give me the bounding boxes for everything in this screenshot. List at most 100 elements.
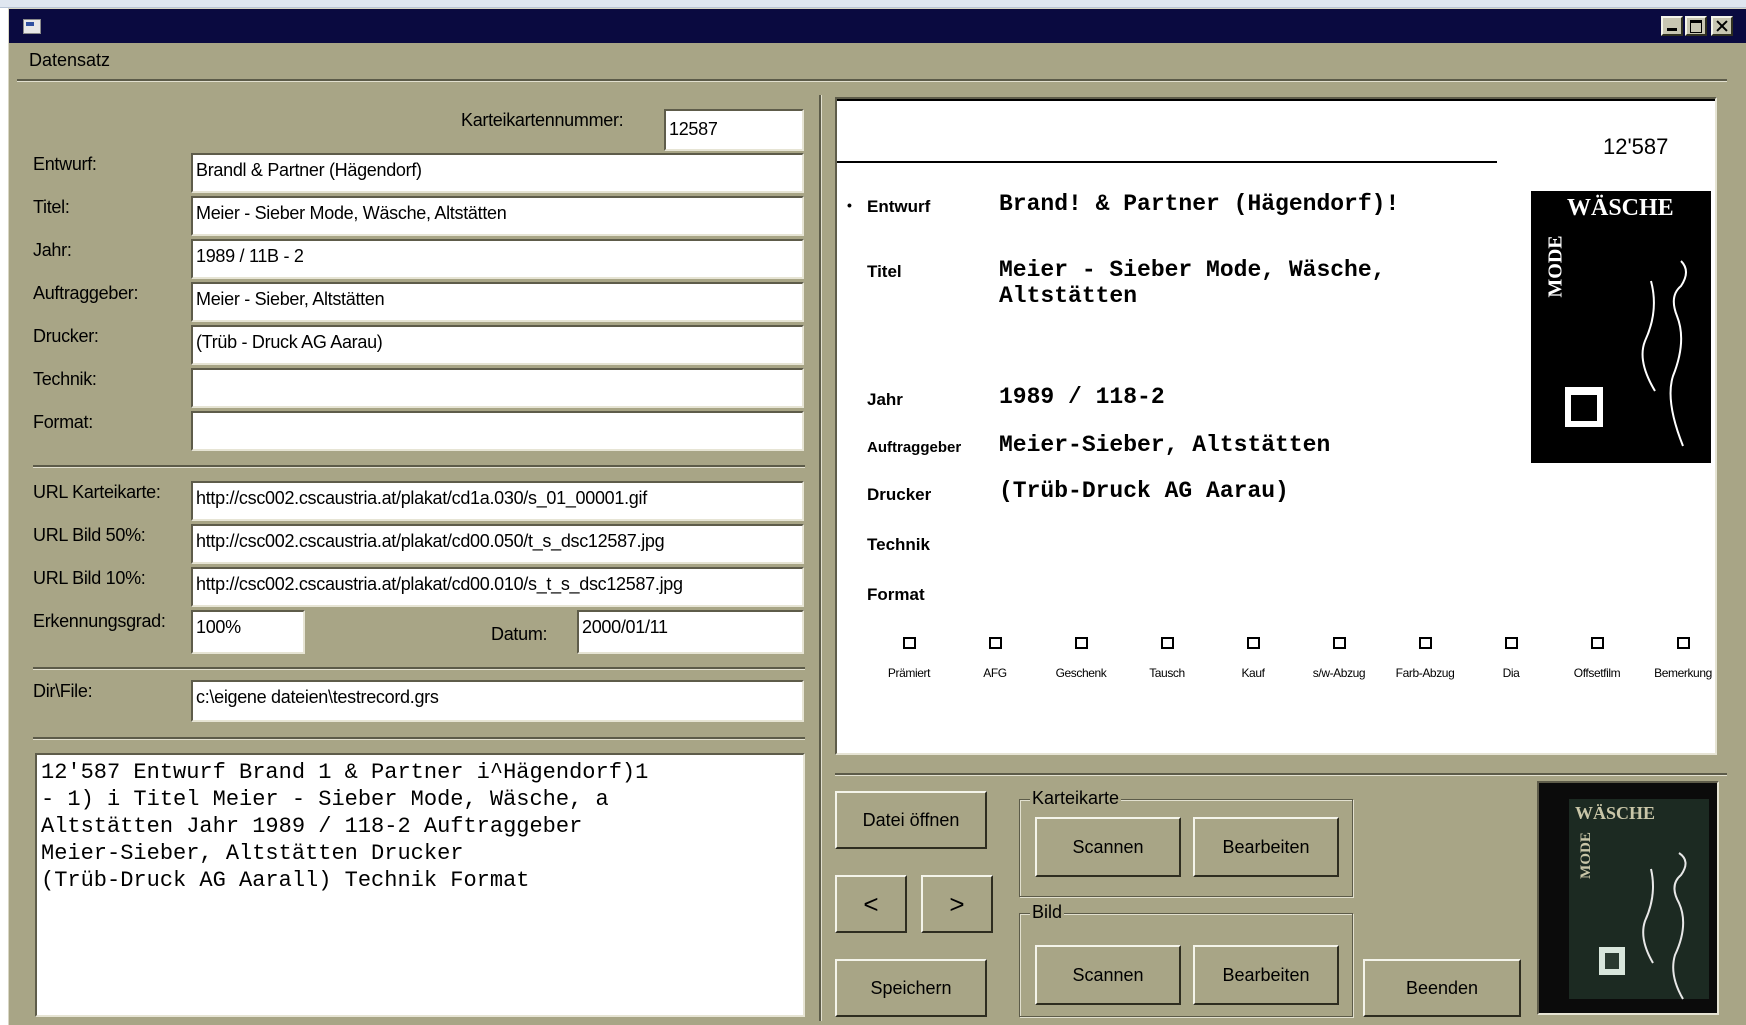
- form-divider-2: [33, 667, 805, 670]
- scan-top-edge: [837, 99, 1715, 101]
- form-divider-1: [33, 465, 805, 468]
- technik-label: Technik:: [33, 369, 97, 389]
- card-value-entwurf: Brand! & Partner (Hägendorf)!: [999, 191, 1400, 217]
- erkennungsgrad-label: Erkennungsgrad:: [33, 611, 166, 631]
- card-label-technik: Technik: [867, 535, 930, 554]
- poster-thumbnail: WÄSCHE MODE: [1537, 781, 1719, 1015]
- speichern-button[interactable]: Speichern: [835, 959, 987, 1017]
- jahr-label: Jahr:: [33, 240, 72, 260]
- ocr-line: - 1) i Titel Meier - Sieber Mode, Wäsche…: [41, 787, 609, 812]
- karteikarte-group-title: Karteikarte: [1030, 788, 1122, 809]
- card-checkbox-label: Farb-Abzug: [1395, 666, 1455, 680]
- url-bild-50-field[interactable]: http://csc002.cscaustria.at/plakat/cd00.…: [191, 524, 804, 564]
- checkbox-icon: [1333, 637, 1346, 649]
- card-label-jahr: Jahr: [867, 390, 903, 409]
- karteikartennummer-label: Karteikartennummer:: [461, 110, 624, 130]
- card-value-jahr: 1989 / 118-2: [999, 384, 1165, 410]
- checkbox-icon: [989, 637, 1002, 649]
- form-divider-3: [33, 737, 805, 740]
- checkbox-icon: [1075, 637, 1088, 649]
- maximize-icon[interactable]: [1685, 16, 1707, 36]
- checkbox-icon: [1419, 637, 1432, 649]
- karteikarte-bearbeiten-button[interactable]: Bearbeiten: [1193, 817, 1339, 877]
- entwurf-label: Entwurf:: [33, 154, 97, 174]
- thumbnail-figure-icon: [1599, 852, 1687, 1000]
- bullet-icon: •: [847, 197, 852, 213]
- jahr-field[interactable]: 1989 / 11B - 2: [191, 239, 804, 279]
- card-checkbox-label: AFG: [983, 666, 1007, 680]
- card-checkbox-label: Prämiert: [887, 666, 931, 680]
- card-checkbox-label: Offsetfilm: [1573, 666, 1621, 680]
- checkbox-icon: [1247, 637, 1260, 649]
- bild-group-title: Bild: [1030, 902, 1065, 923]
- close-icon[interactable]: [1711, 16, 1733, 36]
- card-label-format: Format: [867, 585, 925, 604]
- ocr-line: (Trüb-Druck AG Aarall) Technik Format: [41, 868, 530, 893]
- card-label-entwurf: Entwurf: [867, 197, 931, 216]
- desktop-strip: [0, 0, 1746, 8]
- card-label-drucker: Drucker: [867, 485, 932, 504]
- checkbox-icon: [1505, 637, 1518, 649]
- next-button[interactable]: >: [921, 875, 993, 933]
- menu-datensatz[interactable]: Datensatz: [29, 50, 110, 71]
- title-bar: [9, 9, 1746, 43]
- datum-field[interactable]: 2000/01/11: [577, 610, 804, 654]
- card-label-titel: Titel: [867, 262, 902, 281]
- bottom-divider: [835, 773, 1727, 776]
- technik-field[interactable]: [191, 368, 804, 408]
- card-value-titel: Meier - Sieber Mode, Wäsche,: [999, 257, 1386, 283]
- karteikarte-scannen-button[interactable]: Scannen: [1035, 817, 1181, 877]
- card-checkbox-label: Tausch: [1149, 666, 1185, 680]
- menu-divider: [17, 79, 1727, 82]
- minimize-icon[interactable]: [1661, 16, 1683, 36]
- format-field[interactable]: [191, 411, 804, 451]
- dirfile-field[interactable]: c:\eigene dateien\testrecord.grs: [191, 680, 804, 722]
- url-bild-50-label: URL Bild 50%:: [33, 525, 146, 545]
- card-number: 12'587: [1603, 134, 1669, 159]
- erkennungsgrad-field[interactable]: 100%: [191, 610, 305, 654]
- ocr-text-area[interactable]: 12'587 Entwurf Brand 1 & Partner i^Hägen…: [35, 753, 805, 1017]
- card-value-drucker: (Trüb-Druck AG Aarau): [999, 478, 1289, 504]
- scan-rule: [837, 161, 1497, 163]
- checkbox-icon: [903, 637, 916, 649]
- ocr-line: 12'587 Entwurf Brand 1 & Partner i^Hägen…: [41, 760, 649, 785]
- dirfile-label: Dir\File:: [33, 681, 93, 701]
- karteikartennummer-field[interactable]: 12587: [664, 109, 804, 151]
- prev-button[interactable]: <: [835, 875, 907, 933]
- format-label: Format:: [33, 412, 93, 432]
- poster-figure-icon: [1565, 260, 1687, 447]
- datum-label: Datum:: [491, 624, 548, 644]
- card-label-auftraggeber: Auftraggeber: [867, 439, 962, 456]
- auftraggeber-field[interactable]: Meier - Sieber, Altstätten: [191, 282, 804, 322]
- menu-bar: Datensatz: [15, 43, 1715, 75]
- card-checkbox-label: Dia: [1502, 666, 1520, 680]
- bild-bearbeiten-button[interactable]: Bearbeiten: [1193, 945, 1339, 1005]
- ocr-line: Altstätten Jahr 1989 / 118-2 Auftraggebe…: [41, 814, 583, 839]
- titel-field[interactable]: Meier - Sieber Mode, Wäsche, Altstätten: [191, 196, 804, 236]
- datei-oeffnen-button[interactable]: Datei öffnen: [835, 791, 987, 849]
- drucker-label: Drucker:: [33, 326, 99, 346]
- auftraggeber-label: Auftraggeber:: [33, 283, 139, 303]
- url-bild-10-label: URL Bild 10%:: [33, 568, 146, 588]
- entwurf-field[interactable]: Brandl & Partner (Hägendorf): [191, 153, 804, 193]
- checkbox-icon: [1161, 637, 1174, 649]
- card-checkbox-label: Kauf: [1241, 666, 1265, 680]
- url-bild-10-field[interactable]: http://csc002.cscaustria.at/plakat/cd00.…: [191, 567, 804, 607]
- bild-scannen-button[interactable]: Scannen: [1035, 945, 1181, 1005]
- url-karteikarte-field[interactable]: http://csc002.cscaustria.at/plakat/cd1a.…: [191, 481, 804, 521]
- beenden-button[interactable]: Beenden: [1363, 959, 1521, 1017]
- poster-image: WÄSCHE MODE: [1531, 191, 1711, 463]
- ocr-line: Meier-Sieber, Altstätten Drucker: [41, 841, 464, 866]
- card-checkbox-label: s/w-Abzug: [1312, 666, 1366, 680]
- url-karteikarte-label: URL Karteikarte:: [33, 482, 161, 502]
- panel-divider: [819, 95, 822, 1021]
- app-window: Datensatz Karteikartennummer: 12587 Entw…: [8, 8, 1746, 1025]
- checkbox-icon: [1677, 637, 1690, 649]
- card-checkbox-label: Geschenk: [1055, 666, 1107, 680]
- card-checkbox-label: Bemerkung: [1654, 666, 1712, 680]
- card-value-titel-2: Altstätten: [999, 283, 1138, 309]
- titel-label: Titel:: [33, 197, 70, 217]
- app-icon: [23, 19, 41, 34]
- card-value-auftraggeber: Meier-Sieber, Altstätten: [999, 432, 1331, 458]
- drucker-field[interactable]: (Trüb - Druck AG Aarau): [191, 325, 804, 365]
